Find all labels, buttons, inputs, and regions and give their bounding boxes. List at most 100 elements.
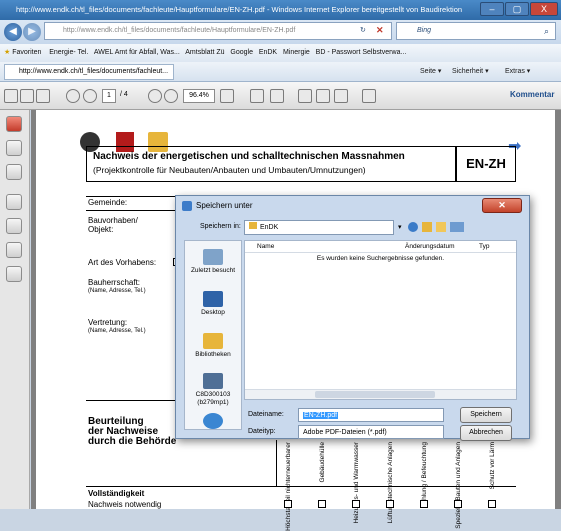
fav-item-4[interactable]: EnDK <box>259 49 277 56</box>
checkbox-3[interactable] <box>386 500 394 508</box>
favorites-bar: ★ Favoriten Energie- Tel. AWEL Amt für A… <box>0 44 561 62</box>
tools-menu[interactable]: Extras ▾ <box>505 64 530 80</box>
binoculars-icon[interactable] <box>6 242 22 258</box>
label-gemeinde: Gemeinde: <box>88 198 128 207</box>
save-in-select[interactable]: EnDK <box>244 220 394 235</box>
checkbox-5[interactable] <box>454 500 462 508</box>
divider <box>86 486 516 487</box>
zoom-input[interactable]: 96.4% <box>183 89 215 103</box>
dialog-close-button[interactable]: ✕ <box>482 198 522 213</box>
place-recent[interactable]: Zuletzt besucht <box>185 267 241 275</box>
horizontal-scrollbar[interactable] <box>245 389 516 399</box>
recent-icon[interactable] <box>203 249 223 265</box>
fav-item-6[interactable]: BD - Passwort Selbstverwa... <box>316 49 407 56</box>
beurteilung-heading: Beurteilung der Nachweise durch die Behö… <box>88 416 177 447</box>
fav-item-1[interactable]: AWEL Amt für Abfall, Was... <box>94 49 180 56</box>
col-date[interactable]: Änderungsdatum <box>405 243 455 250</box>
col-name[interactable]: Name <box>257 243 274 250</box>
back-folder-icon[interactable] <box>408 222 418 232</box>
zoom-out-icon[interactable] <box>148 89 162 103</box>
address-input[interactable]: http://www.endk.ch/tl_files/documents/fa… <box>44 22 392 40</box>
scrollbar-thumb[interactable] <box>315 391 435 398</box>
comment-icon[interactable] <box>316 89 330 103</box>
stop-icon[interactable]: ✕ <box>376 25 384 36</box>
network-icon[interactable] <box>203 413 223 429</box>
search-icon[interactable]: ⌕ <box>544 26 549 37</box>
page-menu[interactable]: Seite ▾ <box>420 64 441 80</box>
close-window-button[interactable]: X <box>530 2 558 16</box>
label-vertretung-sub: (Name, Adresse, Tel.) <box>88 328 146 334</box>
share-icon[interactable] <box>334 89 348 103</box>
tab-active[interactable]: http://www.endk.ch/tl_files/documents/fa… <box>4 64 174 80</box>
favorites-button[interactable]: Favoriten <box>12 49 41 56</box>
col-header-1: Gebäudehülle <box>319 442 326 483</box>
checkbox-4[interactable] <box>420 500 428 508</box>
new-folder-icon[interactable] <box>436 222 446 232</box>
fav-item-5[interactable]: Minergie <box>283 49 310 56</box>
dialog-app-icon <box>182 201 192 211</box>
doc-subtitle: (Projektkontrolle für Neubauten/Anbauten… <box>93 165 366 175</box>
search-input[interactable]: Bing <box>396 22 556 40</box>
libraries-icon[interactable] <box>203 333 223 349</box>
checkbox-6[interactable] <box>488 500 496 508</box>
place-libraries[interactable]: Bibliotheken <box>185 351 241 359</box>
forward-icon[interactable]: ▶ <box>23 23 41 41</box>
refresh-icon[interactable]: ↻ <box>360 26 366 34</box>
up-folder-icon[interactable] <box>422 222 432 232</box>
save-button[interactable]: Speichern <box>460 407 512 423</box>
fit-page-icon[interactable] <box>250 89 264 103</box>
page-down-icon[interactable] <box>83 89 97 103</box>
col-header-2: Heizungs- und Warmwasser <box>353 442 360 524</box>
attachments-icon[interactable] <box>6 164 22 180</box>
back-icon[interactable]: ◀ <box>4 23 22 41</box>
cancel-button[interactable]: Abbrechen <box>460 425 512 441</box>
checkbox-2[interactable] <box>352 500 360 508</box>
layers-icon[interactable] <box>6 218 22 234</box>
minimize-button[interactable]: – <box>480 2 504 16</box>
page-number-input[interactable]: 1 <box>102 89 116 103</box>
label-bauherrschaft: Bauherrschaft: <box>88 278 141 287</box>
checkbox-0[interactable] <box>284 500 292 508</box>
star-icon[interactable]: ★ <box>4 49 10 56</box>
maximize-button[interactable]: ▢ <box>505 2 529 16</box>
save-in-dropdown-icon[interactable]: ▾ <box>398 223 402 231</box>
filename-input[interactable]: EN-ZH.pdf <box>298 408 444 422</box>
empty-message: Es wurden keine Suchergebnisse gefunden. <box>316 255 445 262</box>
place-desktop[interactable]: Desktop <box>185 309 241 317</box>
col-header-4: Kühlung / Befeuchtung <box>421 442 428 508</box>
computer-icon[interactable] <box>203 373 223 389</box>
checkbox-1[interactable] <box>318 500 326 508</box>
desktop-icon[interactable] <box>203 291 223 307</box>
address-bar-row: ◀ ▶ http://www.endk.ch/tl_files/document… <box>0 20 561 44</box>
filetype-select[interactable]: Adobe PDF-Dateien (*.pdf) <box>298 425 444 439</box>
fav-item-3[interactable]: Google <box>230 49 253 56</box>
expand-icon[interactable] <box>362 89 376 103</box>
fav-item-2[interactable]: Amtsblatt Zü <box>185 49 224 56</box>
places-bar: Zuletzt besucht Desktop Bibliotheken C8D… <box>184 240 242 430</box>
file-list[interactable]: Name Änderungsdatum Typ Es wurden keine … <box>244 240 517 400</box>
fav-item-0[interactable]: Energie- Tel. <box>49 49 88 56</box>
print-icon[interactable] <box>20 89 34 103</box>
window-title: http://www.endk.ch/tl_files/documents/fa… <box>16 5 463 14</box>
place-computer[interactable]: C8D300103 (b279mp1) <box>185 391 241 407</box>
save-icon[interactable] <box>4 89 18 103</box>
col-type[interactable]: Typ <box>479 243 489 250</box>
label-bauherrschaft-sub: (Name, Adresse, Tel.) <box>88 288 146 294</box>
fit-width-icon[interactable] <box>270 89 284 103</box>
zoom-in-icon[interactable] <box>164 89 178 103</box>
page-up-icon[interactable] <box>66 89 80 103</box>
signature-icon[interactable] <box>6 266 22 282</box>
col-header-3: Lüftungstechnische Anlagen <box>387 442 394 524</box>
security-menu[interactable]: Sicherheit ▾ <box>452 64 489 80</box>
label-vollstaendigkeit: Vollständigkeit <box>88 489 145 498</box>
view-menu-icon[interactable] <box>450 222 464 232</box>
paperclip-icon[interactable] <box>6 194 22 210</box>
filetype-label: Dateityp: <box>248 428 276 435</box>
sign-icon[interactable] <box>298 89 312 103</box>
email-icon[interactable] <box>36 89 50 103</box>
kommentar-button[interactable]: Kommentar <box>510 90 554 99</box>
zoom-dropdown-icon[interactable] <box>220 89 234 103</box>
bookmarks-icon[interactable] <box>6 140 22 156</box>
pages-icon[interactable] <box>6 116 22 132</box>
folder-icon <box>249 222 257 229</box>
